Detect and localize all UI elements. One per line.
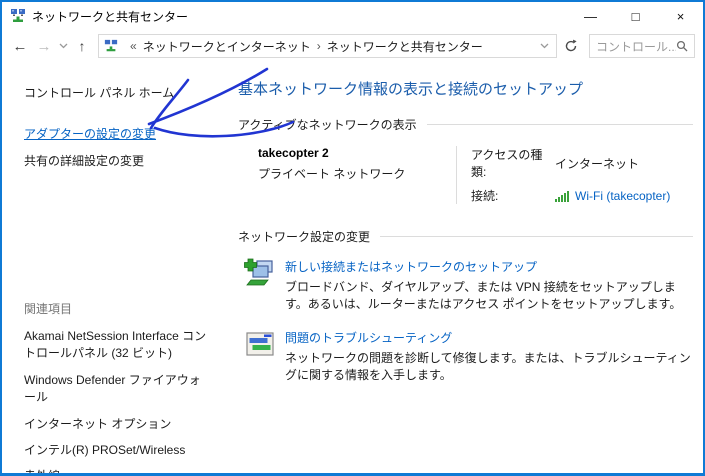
sidebar-item-change-advanced-sharing[interactable]: 共有の詳細設定の変更: [24, 152, 214, 169]
related-items-header: 関連項目: [24, 300, 212, 317]
section-rule: [380, 236, 693, 237]
network-identity: takecopter 2 プライベート ネットワーク: [258, 146, 456, 204]
sidebar-item-internet-options[interactable]: インターネット オプション: [24, 416, 212, 433]
sidebar-item-intel-proset-wireless[interactable]: インテル(R) PROSet/Wireless: [24, 442, 212, 459]
network-app-icon: [10, 8, 26, 24]
active-networks-section-header: アクティブなネットワークの表示: [238, 116, 693, 133]
sidebar-item-change-adapter-settings[interactable]: アダプターの設定の変更: [24, 125, 214, 142]
breadcrumb-item-sharing-center[interactable]: ネットワークと共有センター: [327, 38, 483, 55]
sidebar-item-infrared[interactable]: 赤外線: [24, 468, 212, 476]
main-panel: 基本ネットワーク情報の表示と接続のセットアップ アクティブなネットワークの表示 …: [222, 62, 703, 473]
sidebar-item-akamai-netsession[interactable]: Akamai NetSession Interface コントロールパネル (3…: [24, 328, 212, 363]
section-rule: [427, 124, 693, 125]
forward-button[interactable]: →: [32, 34, 56, 58]
content-area: コントロール パネル ホーム アダプターの設定の変更 共有の詳細設定の変更 関連…: [2, 62, 703, 473]
troubleshoot-problems-item: 問題のトラブルシューティング ネットワークの問題を診断して修復します。または、ト…: [238, 329, 693, 383]
access-type-value: インターネット: [555, 155, 639, 172]
search-box[interactable]: コントロール...: [589, 34, 695, 58]
breadcrumb-prefix: «: [130, 39, 137, 53]
minimize-button[interactable]: —: [568, 2, 613, 30]
change-settings-section-header: ネットワーク設定の変更: [238, 228, 693, 245]
title-bar: ネットワークと共有センター — □ ×: [2, 2, 703, 30]
navigation-bar: ← → ↑ « ネットワークとインターネット › ネットワークと共有センター: [2, 30, 703, 62]
maximize-button[interactable]: □: [613, 2, 658, 30]
search-placeholder: コントロール...: [596, 38, 676, 55]
active-network-block: takecopter 2 プライベート ネットワーク アクセスの種類: インター…: [238, 146, 693, 204]
new-connection-icon: [244, 258, 276, 290]
related-items-section: 関連項目 Akamai NetSession Interface コントロールパ…: [24, 300, 212, 476]
sidebar-item-windows-defender-firewall[interactable]: Windows Defender ファイアウォール: [24, 372, 212, 407]
connection-row: 接続: Wi-Fi (takecopter): [471, 187, 670, 204]
back-button[interactable]: ←: [8, 34, 32, 58]
window-controls: — □ ×: [568, 2, 703, 30]
window-title: ネットワークと共有センター: [32, 8, 188, 25]
history-chevron-down-icon[interactable]: [56, 34, 70, 58]
breadcrumb-item-network-internet[interactable]: ネットワークとインターネット: [143, 38, 311, 55]
network-type: プライベート ネットワーク: [258, 165, 456, 182]
address-bar[interactable]: « ネットワークとインターネット › ネットワークと共有センター: [98, 34, 557, 58]
connection-label: 接続:: [471, 187, 555, 204]
troubleshoot-problems-link[interactable]: 問題のトラブルシューティング: [285, 329, 693, 346]
wifi-connection-link[interactable]: Wi-Fi (takecopter): [575, 189, 670, 203]
page-title: 基本ネットワーク情報の表示と接続のセットアップ: [238, 78, 693, 99]
access-type-row: アクセスの種類: インターネット: [471, 146, 670, 180]
setup-new-connection-item: 新しい接続またはネットワークのセットアップ ブロードバンド、ダイヤルアップ、また…: [238, 258, 693, 312]
address-network-icon: [104, 39, 118, 53]
setup-new-connection-link[interactable]: 新しい接続またはネットワークのセットアップ: [285, 258, 693, 275]
sidebar-item-control-panel-home[interactable]: コントロール パネル ホーム: [24, 84, 214, 101]
network-details: アクセスの種類: インターネット 接続:: [456, 146, 670, 204]
search-icon[interactable]: [676, 40, 688, 52]
troubleshoot-icon: [244, 329, 276, 361]
address-chevron-down-icon[interactable]: [536, 43, 552, 49]
wifi-signal-icon: [555, 190, 571, 202]
refresh-icon[interactable]: [559, 34, 583, 58]
sidebar: コントロール パネル ホーム アダプターの設定の変更 共有の詳細設定の変更 関連…: [2, 62, 222, 473]
network-name: takecopter 2: [258, 146, 456, 160]
close-button[interactable]: ×: [658, 2, 703, 30]
change-settings-section-title: ネットワーク設定の変更: [238, 228, 370, 245]
access-type-label: アクセスの種類:: [471, 146, 555, 180]
troubleshoot-problems-description: ネットワークの問題を診断して修復します。または、トラブルシューティングに関する情…: [285, 350, 693, 383]
network-sharing-center-window: ネットワークと共有センター — □ × ← → ↑ « ネットワークとインターネ…: [0, 0, 705, 476]
up-button[interactable]: ↑: [70, 34, 94, 58]
active-networks-section-title: アクティブなネットワークの表示: [238, 116, 417, 133]
setup-new-connection-description: ブロードバンド、ダイヤルアップ、または VPN 接続をセットアップします。あるい…: [285, 279, 693, 312]
breadcrumb-separator: ›: [317, 39, 321, 53]
